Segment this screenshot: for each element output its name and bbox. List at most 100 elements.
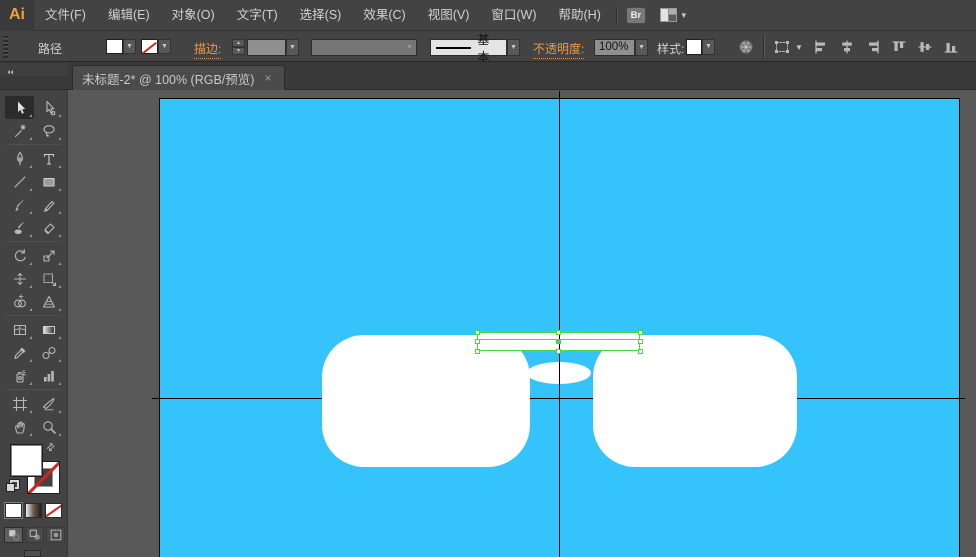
- variable-width-profile-dropdown[interactable]: ▼: [311, 39, 417, 56]
- width-tool[interactable]: [5, 267, 34, 290]
- eyedropper-tool[interactable]: [5, 341, 34, 364]
- stepper-up-icon[interactable]: ▲: [232, 39, 245, 47]
- draw-inside-button[interactable]: [46, 527, 65, 543]
- column-graph-tool[interactable]: [34, 364, 63, 387]
- selection-handle[interactable]: [475, 339, 480, 344]
- rotate-tool[interactable]: [5, 244, 34, 267]
- lasso-tool[interactable]: [34, 119, 63, 142]
- stroke-weight-stepper[interactable]: ▲ ▼: [232, 39, 245, 55]
- bounding-box-button[interactable]: ▼: [774, 39, 803, 55]
- stroke-swatch-none[interactable]: [141, 39, 158, 54]
- opacity-value[interactable]: 100%: [594, 39, 635, 56]
- align-top-icon[interactable]: [891, 39, 909, 55]
- selection-handle[interactable]: [638, 349, 643, 354]
- selection-handle[interactable]: [556, 349, 561, 354]
- stroke-panel-link[interactable]: 描边:: [194, 40, 221, 59]
- selection-handle[interactable]: [475, 330, 480, 335]
- workspace-switcher-button[interactable]: ▼: [660, 8, 688, 22]
- stroke-weight-dropdown-button[interactable]: ▼: [286, 39, 299, 56]
- mesh-tool[interactable]: [5, 318, 34, 341]
- pencil-tool[interactable]: [34, 193, 63, 216]
- fill-swatch[interactable]: [106, 39, 123, 54]
- stroke-color-control[interactable]: ▼: [141, 39, 171, 54]
- stroke-weight-value[interactable]: [247, 39, 286, 56]
- rectangle-tool[interactable]: [34, 170, 63, 193]
- hand-tool[interactable]: [5, 415, 34, 438]
- align-right-icon[interactable]: [865, 39, 883, 55]
- screen-mode-button[interactable]: [24, 550, 41, 557]
- fill-indicator[interactable]: [10, 444, 43, 477]
- fill-color-control[interactable]: ▼: [106, 39, 136, 54]
- fill-dropdown-button[interactable]: ▼: [123, 39, 136, 54]
- selection-tool[interactable]: [5, 96, 34, 119]
- graphic-style-control[interactable]: ▼: [686, 39, 715, 55]
- menu-item-文字[interactable]: 文字(T): [226, 0, 289, 31]
- menu-item-选择[interactable]: 选择(S): [289, 0, 353, 31]
- selection-handle[interactable]: [556, 330, 561, 335]
- type-tool[interactable]: [34, 147, 63, 170]
- swap-fill-stroke-icon[interactable]: ⇄: [44, 441, 58, 455]
- bridge-icon[interactable]: Br: [626, 7, 646, 24]
- shape-builder-tool[interactable]: [5, 290, 34, 313]
- slice-tool[interactable]: [34, 392, 63, 415]
- blend-tool[interactable]: [34, 341, 63, 364]
- draw-normal-button[interactable]: [4, 527, 23, 543]
- gradient-button[interactable]: [25, 503, 42, 518]
- opacity-control[interactable]: 100% ▼: [594, 39, 648, 56]
- artboard-tool[interactable]: [5, 392, 34, 415]
- draw-behind-button[interactable]: [25, 527, 44, 543]
- blob-brush-tool[interactable]: [5, 216, 34, 239]
- panel-grip[interactable]: [3, 36, 8, 58]
- stroke-dropdown-button[interactable]: ▼: [158, 39, 171, 54]
- direct-selection-tool[interactable]: [34, 96, 63, 119]
- default-fill-stroke-icon[interactable]: [6, 480, 20, 494]
- zoom-tool[interactable]: [34, 415, 63, 438]
- canvas[interactable]: [68, 90, 976, 557]
- line-segment-tool[interactable]: [5, 170, 34, 193]
- menubar-divider: [616, 6, 617, 24]
- align-center-vertical-icon[interactable]: [917, 39, 935, 55]
- collapse-panel-icon[interactable]: [4, 66, 17, 84]
- vertical-path[interactable]: [559, 91, 560, 557]
- menu-item-文件[interactable]: 文件(F): [34, 0, 97, 31]
- menu-item-窗口[interactable]: 窗口(W): [480, 0, 547, 31]
- document-tab[interactable]: 未标题-2* @ 100% (RGB/预览) ×: [72, 65, 285, 90]
- selection-handle[interactable]: [638, 339, 643, 344]
- perspective-grid-tool[interactable]: [34, 290, 63, 313]
- selection-handle[interactable]: [638, 330, 643, 335]
- menu-item-视图[interactable]: 视图(V): [417, 0, 481, 31]
- none-button[interactable]: [45, 503, 62, 518]
- menu-item-对象[interactable]: 对象(O): [161, 0, 226, 31]
- brush-dropdown-button[interactable]: ▼: [507, 39, 520, 56]
- brush-definition-value[interactable]: 基本: [430, 39, 507, 56]
- style-swatch[interactable]: [686, 39, 702, 55]
- stroke-weight-control[interactable]: ▼: [247, 39, 299, 56]
- eraser-tool[interactable]: [34, 216, 63, 239]
- opacity-dropdown-button[interactable]: ▼: [635, 39, 648, 56]
- magic-wand-tool[interactable]: [5, 119, 34, 142]
- left-lens-shape[interactable]: [322, 335, 530, 467]
- stepper-down-icon[interactable]: ▼: [232, 47, 245, 55]
- style-dropdown-button[interactable]: ▼: [702, 39, 715, 55]
- menu-item-编辑[interactable]: 编辑(E): [97, 0, 161, 31]
- opacity-panel-link[interactable]: 不透明度:: [533, 40, 584, 59]
- recolor-artwork-icon[interactable]: [738, 39, 756, 55]
- color-button[interactable]: [5, 503, 22, 518]
- menu-item-帮助[interactable]: 帮助(H): [548, 0, 612, 31]
- align-left-icon[interactable]: [813, 39, 831, 55]
- menu-item-效果[interactable]: 效果(C): [352, 0, 416, 31]
- align-center-horizontal-icon[interactable]: [839, 39, 857, 55]
- paintbrush-tool[interactable]: [5, 193, 34, 216]
- controlbar-divider: [763, 36, 764, 58]
- selection-center-point[interactable]: [556, 339, 561, 344]
- align-bottom-icon[interactable]: [943, 39, 961, 55]
- selection-handle[interactable]: [475, 349, 480, 354]
- gradient-tool[interactable]: [34, 318, 63, 341]
- right-lens-shape[interactable]: [593, 335, 797, 467]
- symbol-sprayer-tool[interactable]: [5, 364, 34, 387]
- scale-tool[interactable]: [34, 244, 63, 267]
- free-transform-tool[interactable]: [34, 267, 63, 290]
- pen-tool[interactable]: [5, 147, 34, 170]
- brush-definition-control[interactable]: 基本 ▼: [430, 39, 520, 56]
- close-tab-icon[interactable]: ×: [264, 73, 271, 83]
